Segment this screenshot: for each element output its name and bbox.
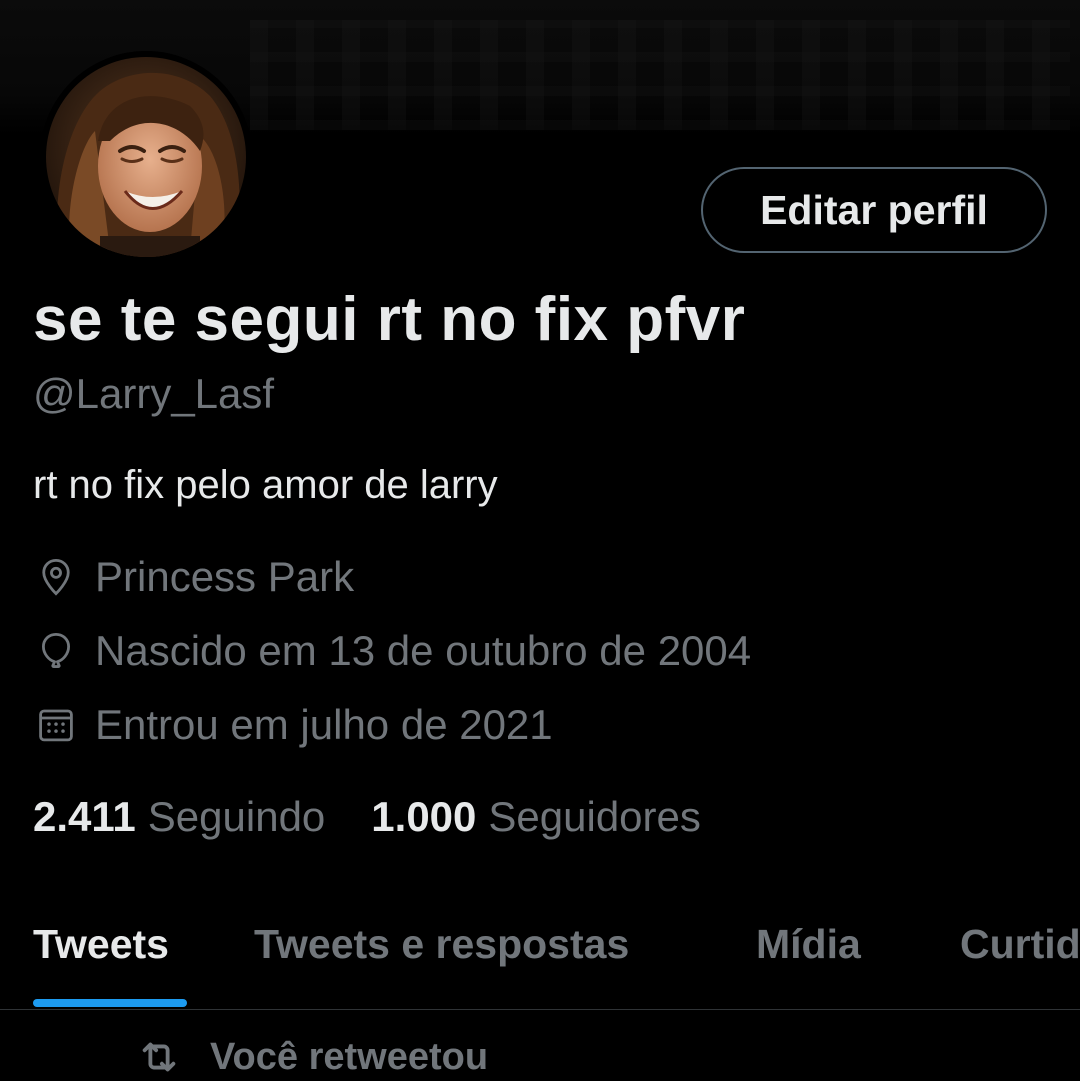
tab-media[interactable]: Mídia bbox=[756, 921, 861, 968]
avatar[interactable] bbox=[40, 51, 252, 263]
location-text: Princess Park bbox=[95, 553, 355, 600]
avatar-photo bbox=[40, 51, 252, 263]
tab-tweets[interactable]: Tweets bbox=[33, 921, 169, 968]
followers-count: 1.000 bbox=[371, 793, 477, 840]
profile-tabs: Tweets Tweets e respostas Mídia Curtidas bbox=[0, 905, 1080, 1010]
following-link[interactable]: 2.411 Seguindo bbox=[33, 793, 325, 841]
tab-tweets-and-replies[interactable]: Tweets e respostas bbox=[254, 921, 629, 968]
retweet-context: Você retweetou bbox=[136, 1033, 488, 1081]
retweet-label: Você retweetou bbox=[210, 1035, 489, 1078]
profile-join-date: Entrou em julho de 2021 bbox=[33, 700, 553, 750]
follow-stats: 2.411 Seguindo 1.000 Seguidores bbox=[33, 793, 701, 841]
followers-link[interactable]: 1.000 Seguidores bbox=[371, 793, 701, 841]
retweet-icon bbox=[136, 1033, 184, 1081]
edit-profile-button[interactable]: Editar perfil bbox=[701, 167, 1047, 253]
birthdate-text: Nascido em 13 de outubro de 2004 bbox=[95, 627, 752, 674]
tab-likes[interactable]: Curtidas bbox=[960, 921, 1080, 968]
calendar-icon bbox=[33, 702, 79, 748]
profile-bio: rt no fix pelo amor de larry bbox=[33, 463, 498, 507]
followers-label: Seguidores bbox=[488, 793, 701, 840]
following-label: Seguindo bbox=[147, 793, 326, 840]
profile-location: Princess Park bbox=[33, 552, 354, 602]
following-count: 2.411 bbox=[33, 793, 136, 840]
banner-image bbox=[250, 20, 1070, 130]
join-date-text: Entrou em julho de 2021 bbox=[95, 701, 553, 748]
profile-birthdate: Nascido em 13 de outubro de 2004 bbox=[33, 626, 751, 676]
active-tab-indicator bbox=[33, 999, 187, 1007]
display-name: se te segui rt no fix pfvr bbox=[33, 285, 746, 354]
balloon-icon bbox=[33, 628, 79, 674]
user-handle: @Larry_Lasf bbox=[33, 370, 275, 417]
location-pin-icon bbox=[33, 554, 79, 600]
